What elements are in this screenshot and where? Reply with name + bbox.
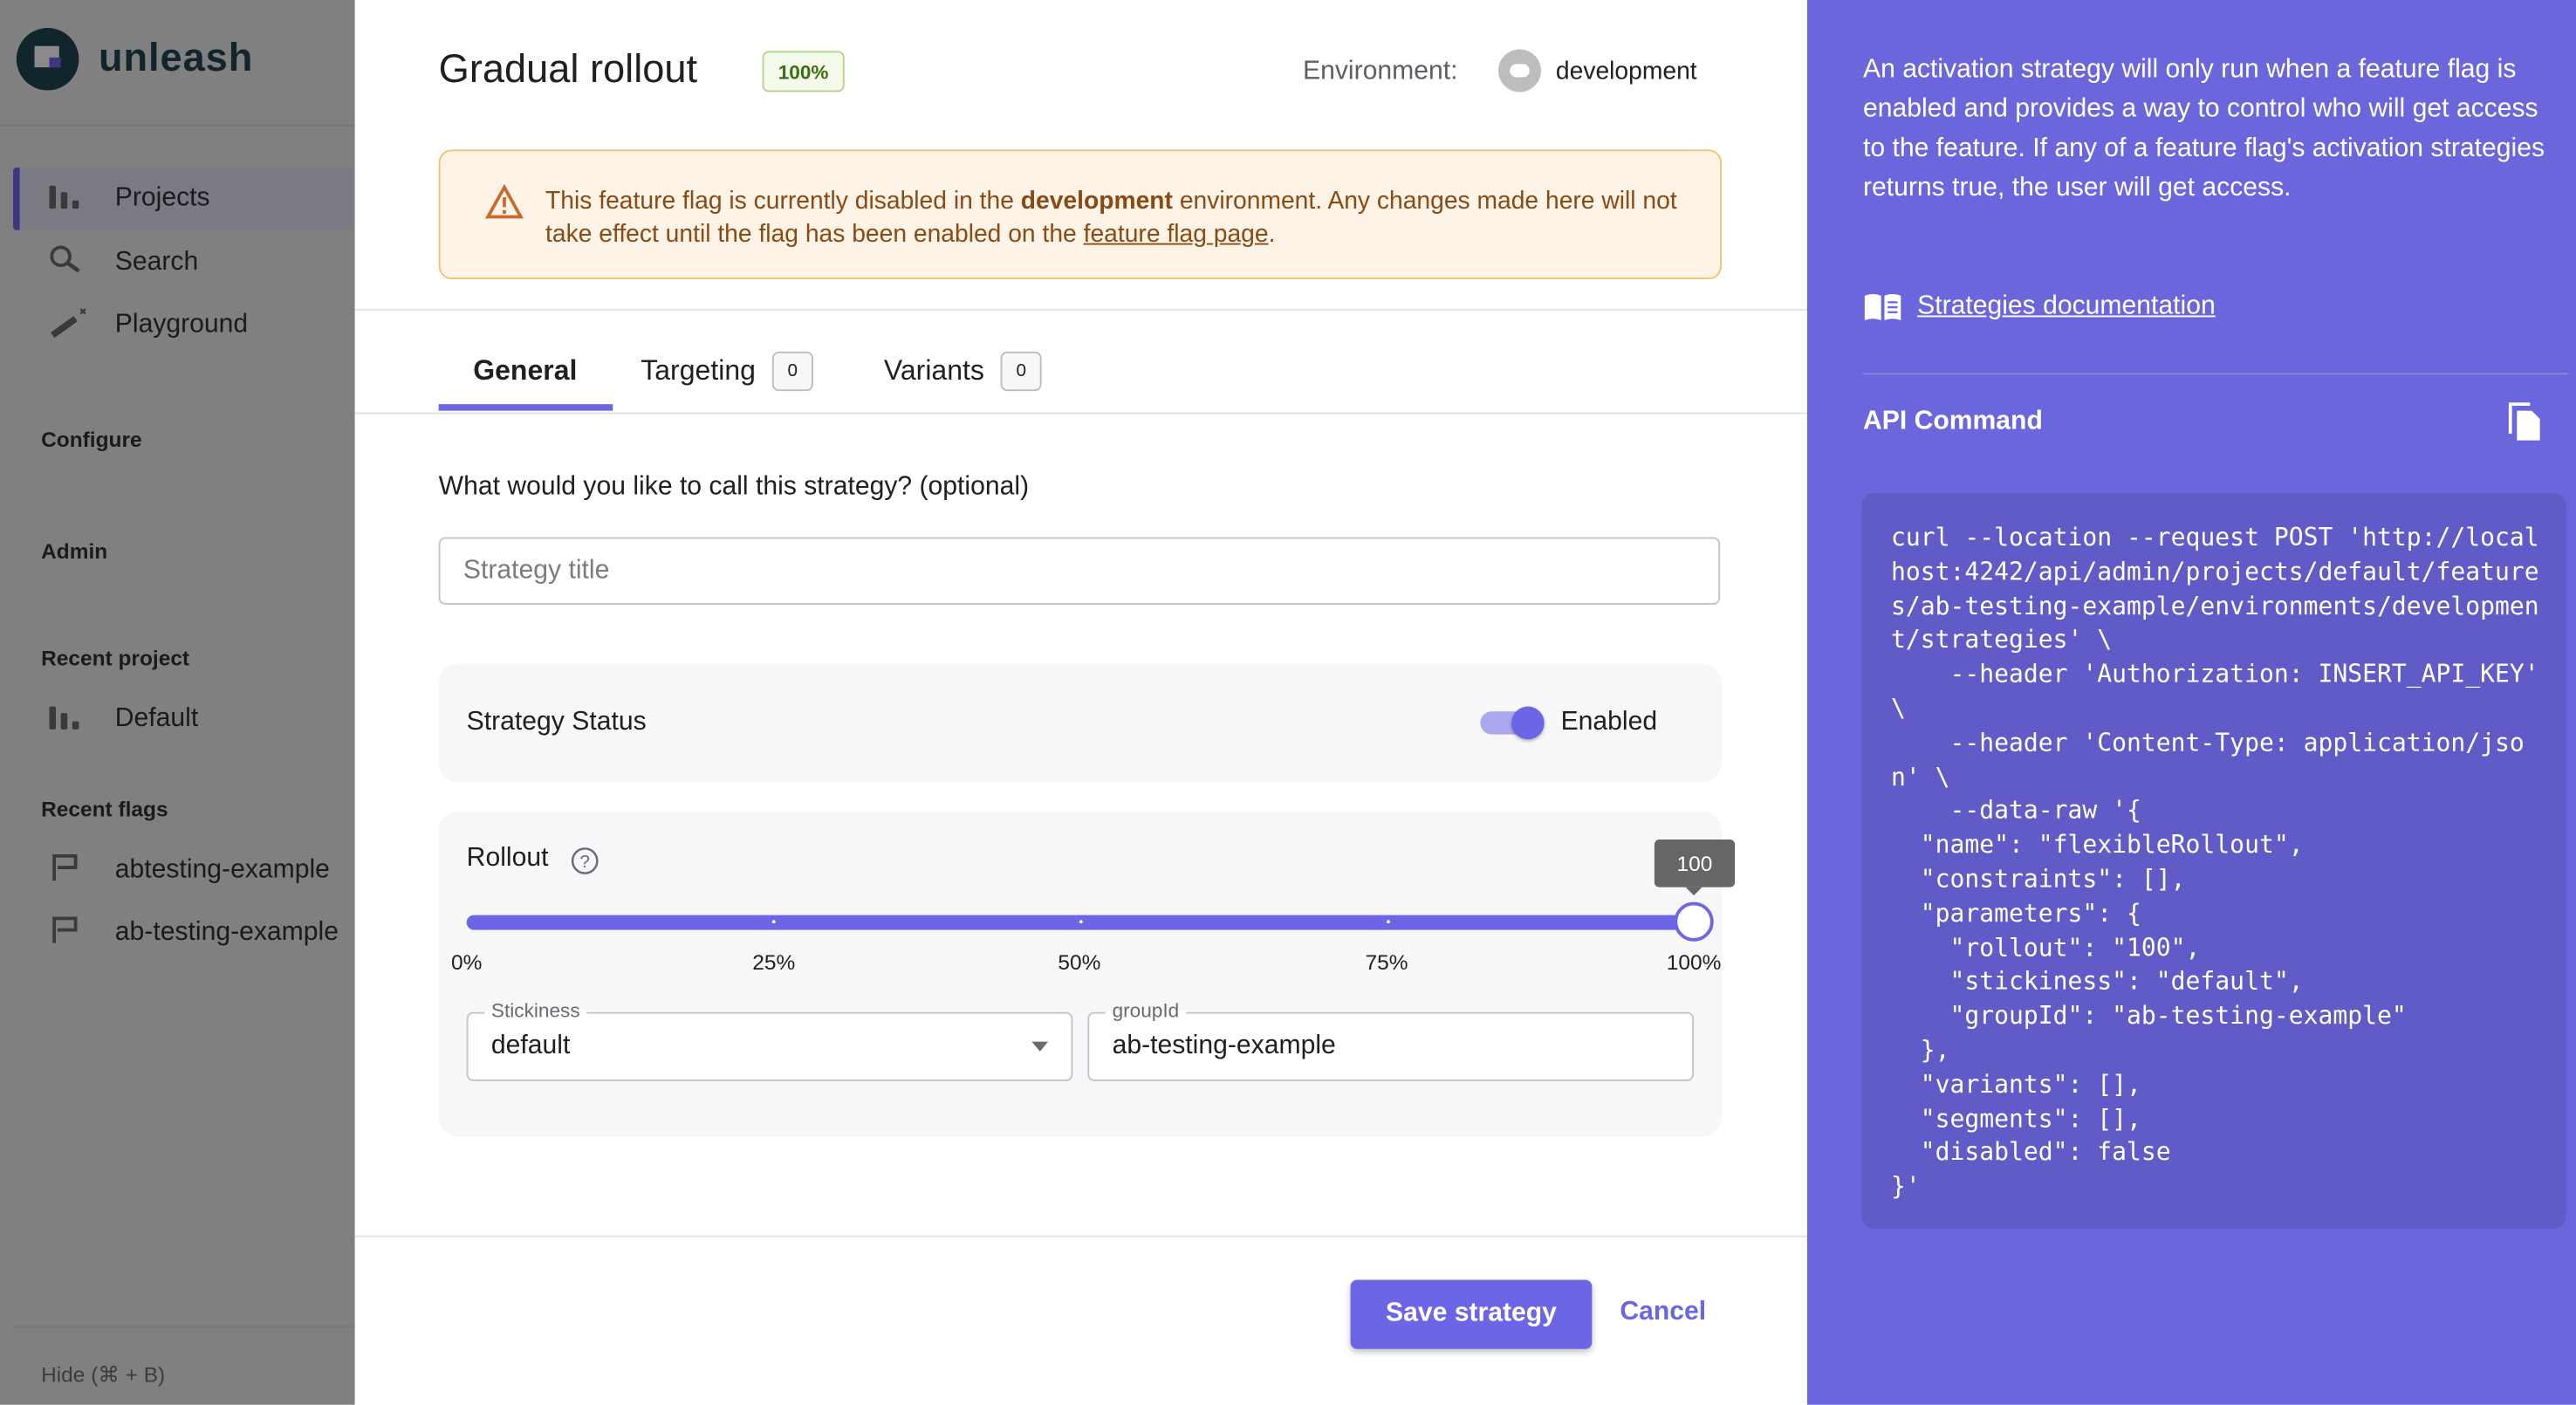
- slider-tick-label: 75%: [1365, 949, 1408, 975]
- divider: [354, 308, 1807, 311]
- search-icon: [49, 244, 98, 282]
- flag-icon: [49, 852, 98, 889]
- slider-tick-label: 100%: [1666, 949, 1722, 975]
- unleash-logo-icon[interactable]: [16, 28, 79, 91]
- feature-flag-page-link[interactable]: feature flag page: [1084, 220, 1269, 248]
- rollout-tooltip: 100: [1654, 840, 1736, 896]
- environment-label: Environment:: [1302, 57, 1458, 86]
- copy-icon[interactable]: [2507, 401, 2543, 443]
- sidebar-item-label: Projects: [114, 183, 210, 212]
- strategies-documentation[interactable]: Strategies documentation: [1863, 292, 2216, 322]
- strategy-title-input[interactable]: [438, 537, 1721, 605]
- hide-sidebar-button[interactable]: Hide (⌘ + B): [41, 1362, 165, 1388]
- api-command-text: curl --location --request POST 'http://l…: [1890, 522, 2539, 1202]
- logo-text[interactable]: unleash: [99, 36, 253, 82]
- stickiness-label: Stickiness: [484, 998, 587, 1023]
- recent-flag-item[interactable]: ab-testing-example: [13, 902, 355, 965]
- variants-count-badge: 0: [1000, 351, 1042, 392]
- tab-targeting[interactable]: Targeting 0: [641, 351, 813, 392]
- help-icon[interactable]: ?: [570, 846, 599, 876]
- api-command-heading: API Command: [1862, 407, 2043, 435]
- recent-flags-heading: Recent flags: [41, 797, 168, 822]
- strategy-status-label: Strategy Status: [466, 708, 647, 737]
- tab-variants[interactable]: Variants 0: [884, 351, 1042, 392]
- strategy-description: An activation strategy will only run whe…: [1862, 56, 2545, 202]
- book-icon: [1864, 294, 1901, 321]
- slider-tick-label: 25%: [752, 949, 796, 975]
- recent-flag-label: abtesting-example: [114, 855, 330, 884]
- slider-tick-label: 0%: [450, 949, 483, 975]
- help-panel: An activation strategy will only run whe…: [1806, 0, 2576, 1405]
- environment-name: development: [1555, 57, 1697, 86]
- sidebar-item-label: Playground: [114, 310, 249, 339]
- rollout-card: Rollout ? 100 0% 25% 50% 75% 100% Sticki…: [438, 812, 1736, 1137]
- cancel-button[interactable]: Cancel: [1620, 1298, 1706, 1327]
- stickiness-value: default: [490, 1031, 571, 1060]
- divider: [13, 1326, 355, 1328]
- recent-flag-label: ab-testing-example: [114, 918, 339, 947]
- save-strategy-button[interactable]: Save strategy: [1350, 1279, 1593, 1349]
- rollout-badge: 100%: [762, 51, 845, 93]
- recent-project-heading: Recent project: [41, 645, 190, 671]
- page-title: Gradual rollout: [438, 47, 698, 93]
- admin-section[interactable]: Admin: [41, 539, 107, 564]
- alert-text: This feature flag is currently disabled …: [545, 187, 1677, 249]
- recent-project-default[interactable]: Default: [13, 689, 355, 751]
- strategy-status-card: Strategy Status Enabled: [438, 663, 1723, 783]
- projects-icon: [49, 182, 98, 216]
- rollout-slider-thumb[interactable]: [1674, 901, 1714, 942]
- groupid-value: ab-testing-example: [1112, 1031, 1336, 1060]
- chevron-down-icon: [1031, 1041, 1049, 1060]
- slider-mark: [771, 920, 776, 924]
- divider: [354, 412, 1807, 415]
- configure-section[interactable]: Configure: [41, 428, 142, 452]
- cloud-icon: [1498, 49, 1541, 93]
- recent-flag-item[interactable]: abtesting-example: [13, 840, 355, 902]
- divider: [354, 1235, 1807, 1237]
- targeting-count-badge: 0: [771, 351, 813, 392]
- sidebar-item-projects[interactable]: Projects: [13, 168, 355, 230]
- sidebar-item-search[interactable]: Search: [13, 231, 355, 294]
- active-tab-indicator: [438, 404, 613, 411]
- tab-general[interactable]: General: [473, 352, 577, 391]
- slider-tick-label: 50%: [1058, 949, 1101, 975]
- groupid-input[interactable]: groupId ab-testing-example: [1087, 998, 1695, 1081]
- rollout-label: Rollout: [466, 844, 549, 873]
- svg-text:?: ?: [579, 852, 590, 872]
- strategy-form: Gradual rollout 100% Environment: develo…: [354, 0, 1807, 1405]
- sidebar: unleash Projects Search Playground Confi…: [0, 0, 355, 1405]
- playground-wand-icon: [49, 305, 98, 346]
- projects-icon: [49, 702, 98, 737]
- toggle-knob[interactable]: [1511, 706, 1545, 740]
- stickiness-select[interactable]: Stickiness default: [466, 998, 1073, 1081]
- divider: [1862, 373, 2568, 375]
- strategy-title-question: What would you like to call this strateg…: [438, 473, 1030, 502]
- slider-mark: [1386, 920, 1390, 924]
- groupid-label: groupId: [1106, 998, 1186, 1023]
- slider-mark: [1079, 920, 1083, 924]
- divider: [0, 125, 355, 127]
- sidebar-item-label: Search: [114, 248, 199, 277]
- sidebar-item-playground[interactable]: Playground: [13, 294, 355, 357]
- flag-icon: [49, 915, 98, 952]
- strategy-status-value: Enabled: [1560, 708, 1658, 737]
- warning-icon: [484, 183, 524, 219]
- recent-project-label: Default: [114, 704, 199, 733]
- api-command-code-block: curl --location --request POST 'http://l…: [1861, 492, 2566, 1230]
- strategies-documentation-link[interactable]: Strategies documentation: [1917, 292, 2216, 322]
- disabled-warning-alert: This feature flag is currently disabled …: [438, 149, 1723, 280]
